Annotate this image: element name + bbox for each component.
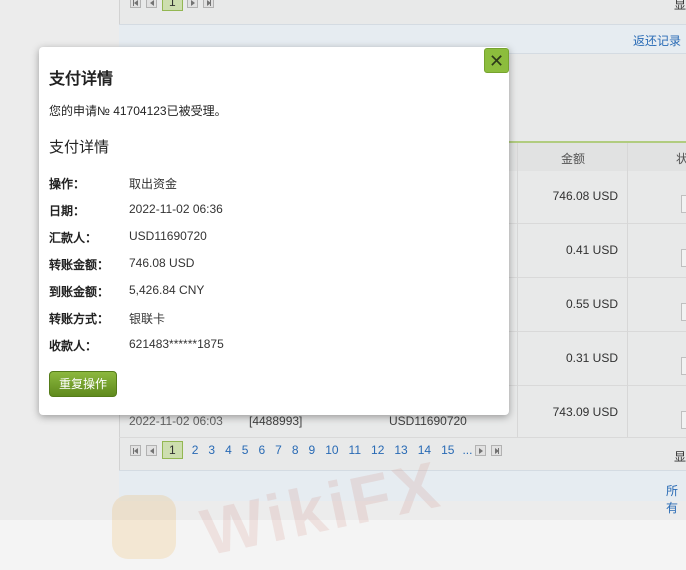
detail-label: 操作： [49, 177, 86, 191]
dialog-message: 您的申请№ 41704123已被受理。 [49, 104, 227, 118]
detail-value: 5,426.84 CNY [129, 283, 205, 297]
detail-label: 转账方式： [49, 312, 110, 326]
detail-value: 621483******1875 [129, 337, 224, 351]
detail-value: 746.08 USD [129, 256, 195, 270]
detail-value: USD11690720 [129, 229, 207, 243]
detail-value: 银联卡 [129, 312, 166, 326]
detail-label: 日期： [49, 204, 86, 218]
section-title: 支付详情 [49, 139, 110, 156]
detail-value: 取出资金 [129, 177, 178, 191]
dialog-title: 支付详情 [49, 71, 114, 88]
close-icon[interactable]: ✕ [484, 48, 509, 73]
detail-value: 2022-11-02 06:36 [129, 202, 223, 216]
detail-label: 转账金额： [49, 258, 110, 272]
detail-label: 汇款人： [49, 231, 98, 245]
payment-details-dialog: 支付详情 您的申请№ 41704123已被受理。 支付详情 操作： 取出资金 日… [39, 47, 509, 415]
detail-label: 收款人： [49, 339, 98, 353]
detail-label: 到账金额： [49, 285, 110, 299]
repeat-operation-button[interactable]: 重复操作 [49, 371, 117, 397]
